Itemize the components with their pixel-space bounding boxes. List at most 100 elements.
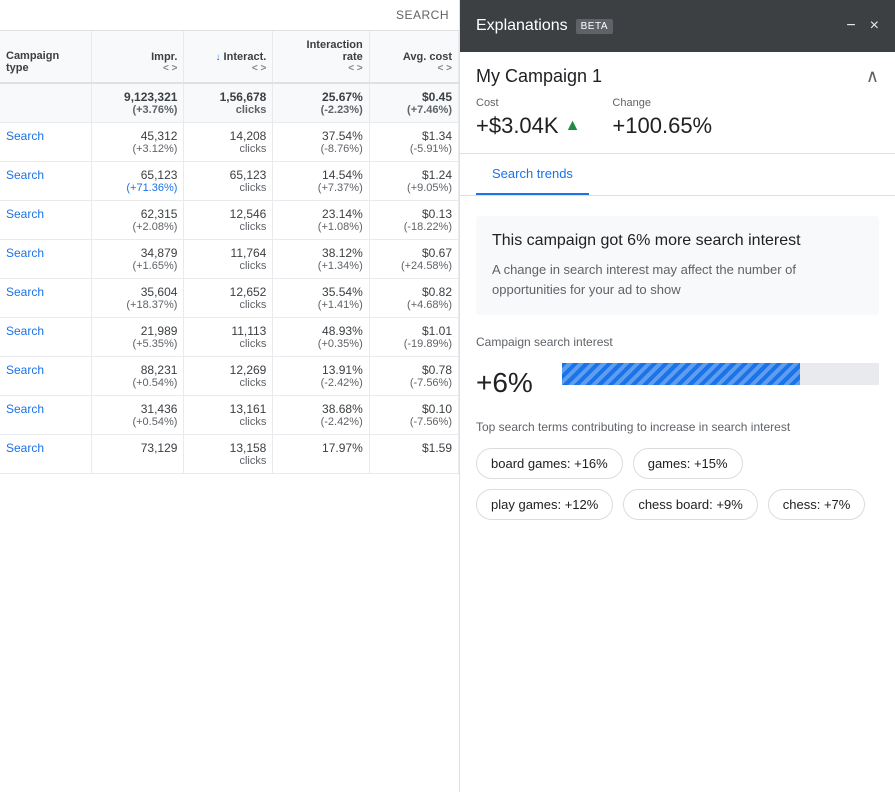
bar-fill bbox=[562, 363, 800, 385]
search-tags: board games: +16% games: +15% play games: … bbox=[476, 448, 879, 520]
cell-rate: 37.54%(-8.76%) bbox=[273, 123, 369, 162]
table-row: Search31,436(+0.54%)13,161clicks38.68%(-… bbox=[0, 396, 459, 435]
table-row: 9,123,321(+3.76%)1,56,678clicks25.67%(-2… bbox=[0, 83, 459, 123]
cell-rate: 23.14%(+1.08%) bbox=[273, 201, 369, 240]
cost-value: +$3.04K ▲ bbox=[476, 113, 580, 139]
cell-impr: 73,129 bbox=[91, 435, 183, 474]
cell-rate: 38.12%(+1.34%) bbox=[273, 240, 369, 279]
cell-campaign-type bbox=[0, 83, 91, 123]
highlight-desc: A change in search interest may affect t… bbox=[492, 260, 863, 299]
table-row: Search34,879(+1.65%)11,764clicks38.12%(+… bbox=[0, 240, 459, 279]
cell-campaign-type: Search bbox=[0, 435, 91, 474]
tab-search-trends[interactable]: Search trends bbox=[476, 154, 589, 195]
cell-campaign-type: Search bbox=[0, 123, 91, 162]
campaign-metrics: Cost +$3.04K ▲ Change +100.65% bbox=[476, 97, 879, 139]
cell-campaign-type: Search bbox=[0, 201, 91, 240]
change-value: +100.65% bbox=[612, 113, 712, 139]
campaigns-table: Campaigntype Impr. < > ↓ Interact. < > I… bbox=[0, 31, 459, 474]
cell-rate: 13.91%(-2.42%) bbox=[273, 357, 369, 396]
cell-impr: 88,231(+0.54%) bbox=[91, 357, 183, 396]
col-rate[interactable]: Interactionrate < > bbox=[273, 31, 369, 83]
search-bar: SEARCH bbox=[0, 0, 459, 31]
cell-rate: 25.67%(-2.23%) bbox=[273, 83, 369, 123]
cell-interact: 13,158clicks bbox=[184, 435, 273, 474]
cell-cost: $0.13(-18.22%) bbox=[369, 201, 458, 240]
cell-cost: $0.82(+4.68%) bbox=[369, 279, 458, 318]
cell-cost: $1.34(-5.91%) bbox=[369, 123, 458, 162]
change-metric: Change +100.65% bbox=[612, 97, 712, 139]
top-terms-label: Top search terms contributing to increas… bbox=[476, 419, 879, 436]
table-row: Search88,231(+0.54%)12,269clicks13.91%(-… bbox=[0, 357, 459, 396]
cell-campaign-type: Search bbox=[0, 279, 91, 318]
cell-rate: 38.68%(-2.42%) bbox=[273, 396, 369, 435]
col-impr[interactable]: Impr. < > bbox=[91, 31, 183, 83]
table-row: Search35,604(+18.37%)12,652clicks35.54%(… bbox=[0, 279, 459, 318]
panel-title: Explanations BETA bbox=[476, 17, 613, 35]
cell-interact: 1,56,678clicks bbox=[184, 83, 273, 123]
campaign-name: My Campaign 1 bbox=[476, 66, 602, 87]
col-campaign-type: Campaigntype bbox=[0, 31, 91, 83]
minimize-button[interactable]: − bbox=[846, 17, 855, 35]
search-tag[interactable]: chess: +7% bbox=[768, 489, 866, 520]
cell-impr: 45,312(+3.12%) bbox=[91, 123, 183, 162]
explanation-content: This campaign got 6% more search interes… bbox=[460, 196, 895, 792]
col-cost[interactable]: Avg. cost < > bbox=[369, 31, 458, 83]
cell-impr: 65,123(+71.36%) bbox=[91, 162, 183, 201]
tabs-row: Search trends bbox=[460, 154, 895, 196]
section-label: Campaign search interest bbox=[476, 335, 879, 349]
cell-cost: $1.24(+9.05%) bbox=[369, 162, 458, 201]
search-tag[interactable]: games: +15% bbox=[633, 448, 743, 479]
right-panel: Explanations BETA − × My Campaign 1 ∧ Co… bbox=[460, 0, 895, 792]
search-tag[interactable]: chess board: +9% bbox=[623, 489, 757, 520]
close-button[interactable]: × bbox=[870, 17, 879, 35]
cost-label: Cost bbox=[476, 97, 580, 109]
cell-rate: 48.93%(+0.35%) bbox=[273, 318, 369, 357]
campaign-header: My Campaign 1 ∧ bbox=[476, 66, 879, 87]
panel-header: Explanations BETA − × bbox=[460, 0, 895, 52]
bar-chart bbox=[562, 363, 879, 403]
cell-cost: $0.67(+24.58%) bbox=[369, 240, 458, 279]
beta-badge: BETA bbox=[576, 19, 613, 34]
highlight-title: This campaign got 6% more search interes… bbox=[492, 232, 863, 250]
cell-impr: 9,123,321(+3.76%) bbox=[91, 83, 183, 123]
col-interact[interactable]: ↓ Interact. < > bbox=[184, 31, 273, 83]
cell-interact: 12,546clicks bbox=[184, 201, 273, 240]
cell-cost: $0.78(-7.56%) bbox=[369, 357, 458, 396]
cell-impr: 21,989(+5.35%) bbox=[91, 318, 183, 357]
collapse-icon[interactable]: ∧ bbox=[866, 66, 879, 87]
cell-impr: 31,436(+0.54%) bbox=[91, 396, 183, 435]
panel-title-text: Explanations bbox=[476, 17, 568, 35]
cell-rate: 17.97% bbox=[273, 435, 369, 474]
panel-header-icons: − × bbox=[846, 17, 879, 35]
interest-row: +6% bbox=[476, 363, 879, 403]
cell-interact: 11,764clicks bbox=[184, 240, 273, 279]
search-tag[interactable]: board games: +16% bbox=[476, 448, 623, 479]
cell-interact: 65,123clicks bbox=[184, 162, 273, 201]
cell-cost: $0.10(-7.56%) bbox=[369, 396, 458, 435]
cell-impr: 62,315(+2.08%) bbox=[91, 201, 183, 240]
cell-cost: $1.59 bbox=[369, 435, 458, 474]
cell-campaign-type: Search bbox=[0, 318, 91, 357]
cell-campaign-type: Search bbox=[0, 357, 91, 396]
table-row: Search62,315(+2.08%)12,546clicks23.14%(+… bbox=[0, 201, 459, 240]
cell-interact: 14,208clicks bbox=[184, 123, 273, 162]
cell-interact: 13,161clicks bbox=[184, 396, 273, 435]
search-tag[interactable]: play games: +12% bbox=[476, 489, 613, 520]
cost-up-arrow: ▲ bbox=[565, 117, 581, 135]
cell-interact: 12,652clicks bbox=[184, 279, 273, 318]
campaign-section: My Campaign 1 ∧ Cost +$3.04K ▲ Change +1… bbox=[460, 52, 895, 154]
change-label: Change bbox=[612, 97, 712, 109]
interest-pct: +6% bbox=[476, 367, 546, 399]
cell-impr: 35,604(+18.37%) bbox=[91, 279, 183, 318]
cell-interact: 11,113clicks bbox=[184, 318, 273, 357]
cell-impr: 34,879(+1.65%) bbox=[91, 240, 183, 279]
cell-cost: $0.45(+7.46%) bbox=[369, 83, 458, 123]
cell-rate: 35.54%(+1.41%) bbox=[273, 279, 369, 318]
cell-interact: 12,269clicks bbox=[184, 357, 273, 396]
cost-metric: Cost +$3.04K ▲ bbox=[476, 97, 580, 139]
cell-cost: $1.01(-19.89%) bbox=[369, 318, 458, 357]
table-row: Search73,12913,158clicks17.97%$1.59 bbox=[0, 435, 459, 474]
cell-rate: 14.54%(+7.37%) bbox=[273, 162, 369, 201]
table-row: Search65,123(+71.36%)65,123clicks14.54%(… bbox=[0, 162, 459, 201]
cell-campaign-type: Search bbox=[0, 162, 91, 201]
